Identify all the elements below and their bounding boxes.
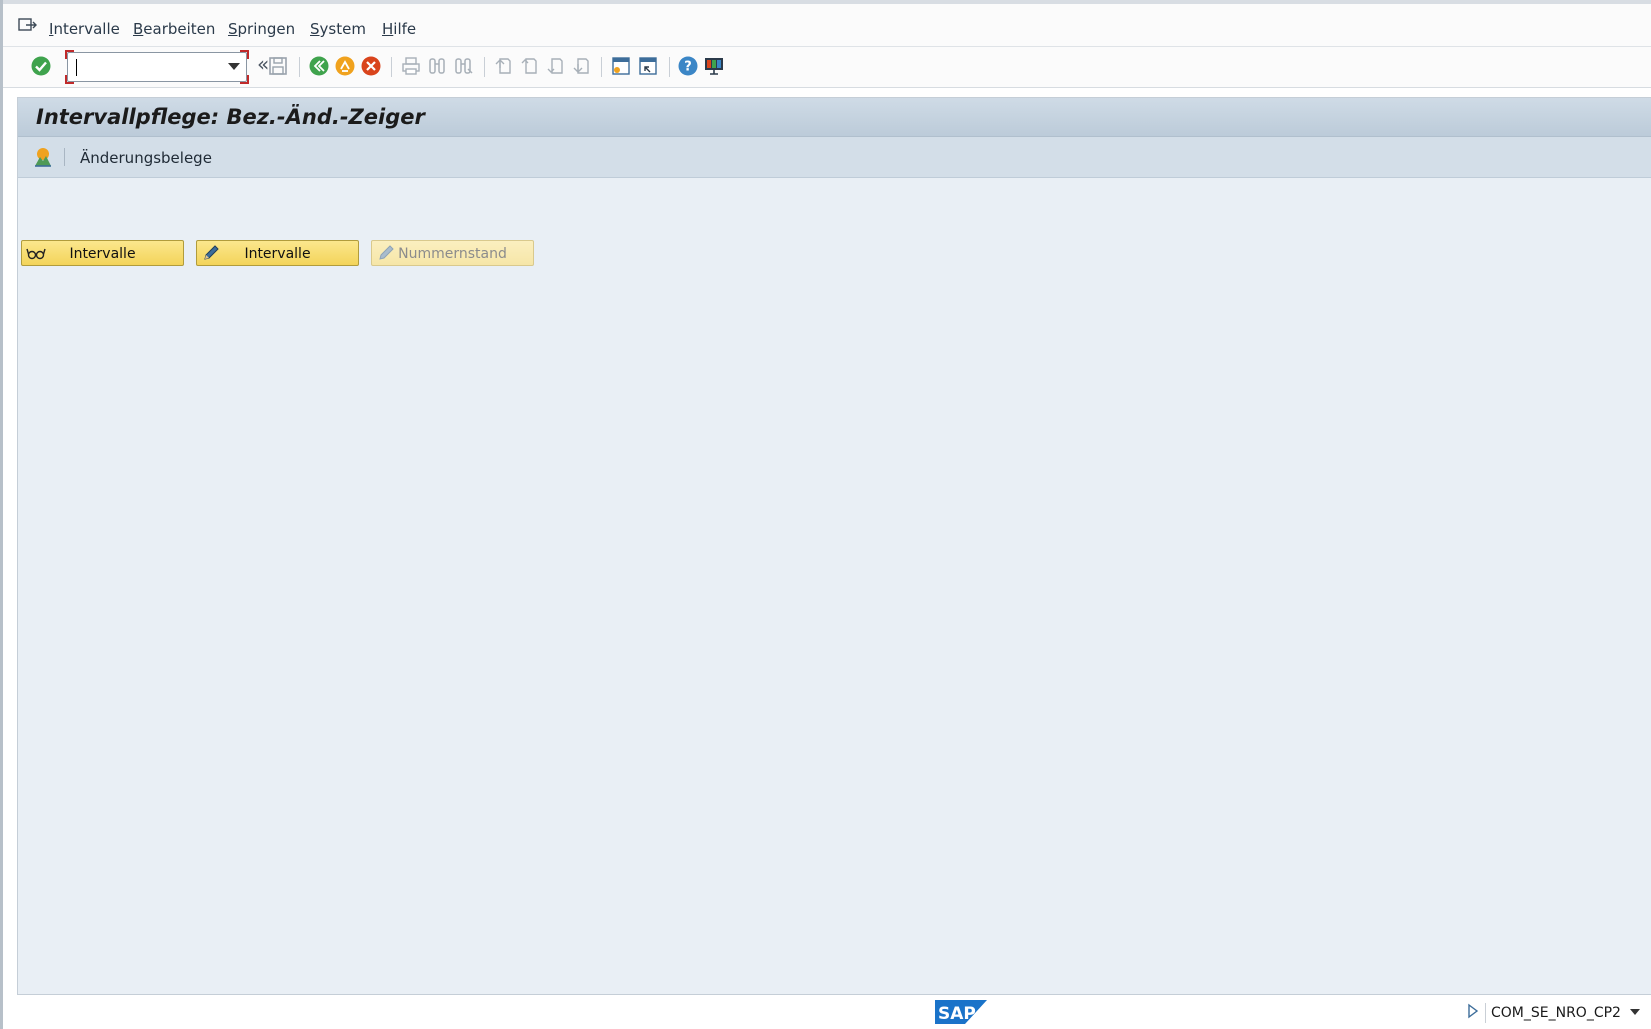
status-expand-icon[interactable] [1467, 1003, 1479, 1019]
change-intervals-button[interactable]: Intervalle [196, 240, 359, 266]
toolbar-separator [299, 57, 300, 77]
menu-item-label: earbeiten [143, 20, 216, 38]
command-input[interactable] [72, 57, 216, 79]
back-icon[interactable] [307, 54, 331, 78]
application-toolbar: Änderungsbelege [18, 137, 1651, 178]
status-separator [1485, 1003, 1486, 1023]
menu-item-label: ystem [319, 20, 366, 38]
previous-page-icon[interactable] [517, 54, 541, 78]
focus-corner [65, 75, 74, 84]
page-title: Intervallpflege: Bez.-Änd.-Zeiger [36, 105, 425, 129]
create-shortcut-icon[interactable] [636, 54, 660, 78]
button-label: Nummernstand [398, 246, 507, 262]
svg-text:?: ? [684, 60, 692, 75]
status-bar: SAP COM_SE_NRO_CP2 [3, 995, 1651, 1029]
focus-corner [240, 50, 249, 59]
system-menu-icon[interactable] [18, 17, 38, 35]
menu-bar: Intervalle Bearbeiten Springen System Hi… [3, 4, 1651, 47]
title-bar: Intervallpflege: Bez.-Änd.-Zeiger [18, 98, 1651, 137]
toolbar-separator [484, 57, 485, 77]
menu-item-label: ilfe [393, 20, 417, 38]
button-label: Intervalle [69, 246, 136, 262]
system-info-text: COM_SE_NRO_CP2 [1491, 1005, 1621, 1021]
window-frame-left [0, 0, 3, 1029]
help-icon[interactable]: ? [676, 54, 700, 78]
menu-item-mnemonic: S [310, 20, 320, 38]
next-page-icon[interactable] [543, 54, 567, 78]
button-label: Intervalle [244, 246, 311, 262]
menu-item-intervalle[interactable]: Intervalle [49, 20, 120, 38]
menu-item-mnemonic: H [382, 20, 394, 38]
standard-toolbar: « ? [3, 47, 1651, 88]
change-documents-button[interactable]: Änderungsbelege [80, 149, 212, 167]
menu-item-mnemonic: B [133, 20, 144, 38]
sap-logo-text: SAP [938, 1004, 976, 1024]
focus-corner [65, 50, 74, 59]
new-session-icon[interactable] [609, 54, 633, 78]
customize-layout-icon[interactable] [702, 54, 726, 78]
command-dropdown-arrow[interactable] [228, 63, 240, 70]
focus-corner [240, 75, 249, 84]
first-page-icon[interactable] [491, 54, 515, 78]
toolbar-separator [601, 57, 602, 77]
menu-item-system[interactable]: System [310, 20, 366, 38]
enter-icon[interactable] [29, 54, 53, 78]
appbar-separator [64, 148, 65, 166]
text-caret [76, 59, 77, 76]
cancel-icon[interactable] [359, 54, 383, 78]
exit-icon[interactable] [333, 54, 357, 78]
number-status-button[interactable]: Nummernstand [371, 240, 534, 266]
find-icon[interactable] [425, 54, 449, 78]
menu-item-hilfe[interactable]: Hilfe [382, 20, 416, 38]
toolbar-separator [669, 57, 670, 77]
menu-item-bearbeiten[interactable]: Bearbeiten [133, 20, 215, 38]
menu-item-mnemonic: S [228, 20, 238, 38]
find-next-icon[interactable] [451, 54, 475, 78]
print-icon[interactable] [399, 54, 423, 78]
sap-logo-icon: SAP [935, 1000, 987, 1024]
main-content-area: Intervallpflege: Bez.-Änd.-Zeiger Änderu… [17, 97, 1651, 995]
menu-item-springen[interactable]: Springen [228, 20, 295, 38]
last-page-icon[interactable] [569, 54, 593, 78]
command-field-container [65, 50, 249, 84]
system-info-dropdown-icon[interactable] [1630, 1009, 1640, 1015]
menu-item-label: pringen [237, 20, 296, 38]
display-intervals-button[interactable]: Intervalle [21, 240, 184, 266]
menu-item-label: ntervalle [53, 20, 120, 38]
command-field[interactable] [67, 52, 247, 82]
change-documents-icon[interactable] [32, 146, 54, 168]
toolbar-separator [391, 57, 392, 77]
save-icon[interactable] [266, 54, 290, 78]
